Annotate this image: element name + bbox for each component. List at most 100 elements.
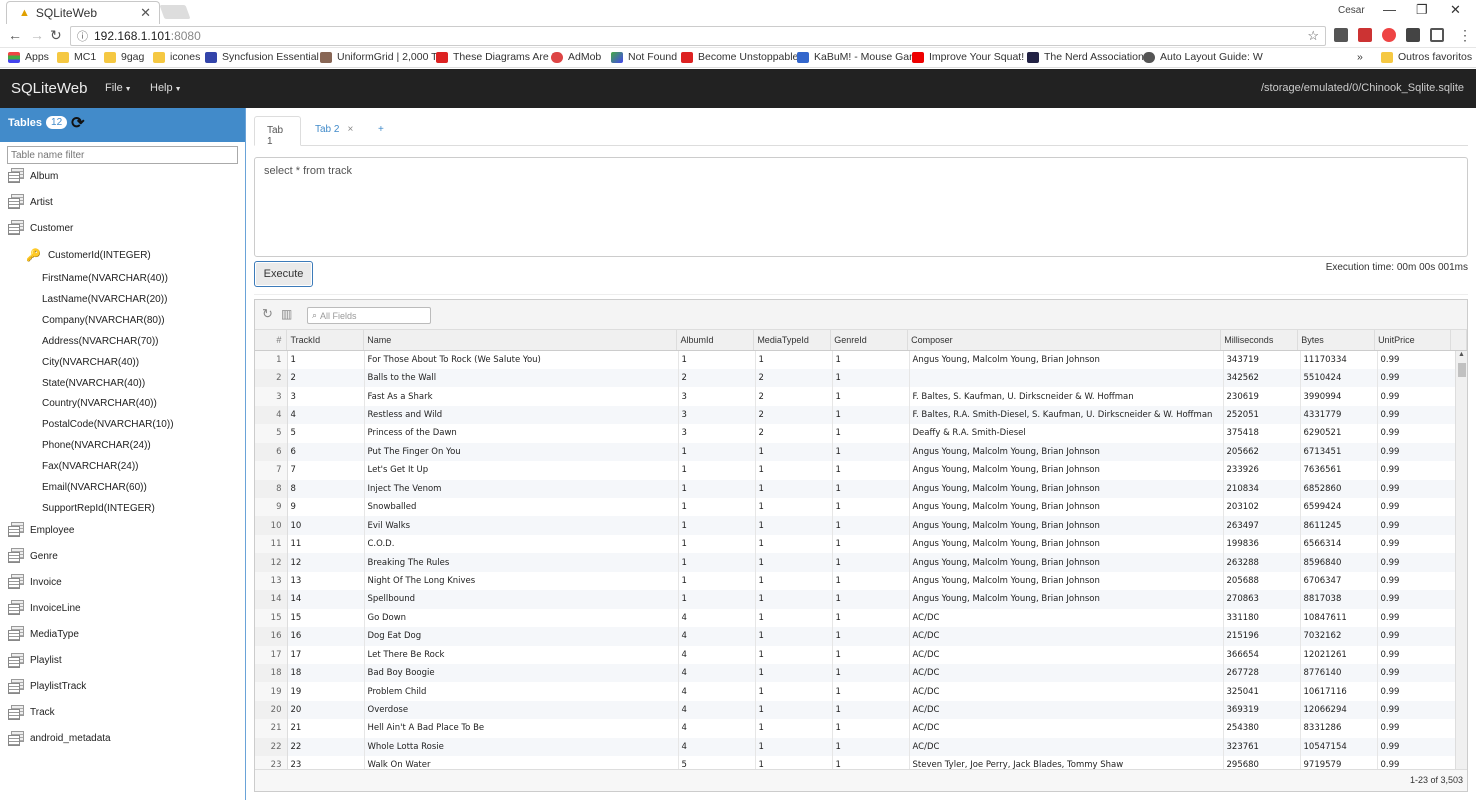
table-row[interactable]: 7 7 Let's Get It Up 1 1 1 Angus Young, Malcolm… xyxy=(255,461,1458,480)
row-number[interactable]: 8 xyxy=(255,479,288,498)
sidebar-table-artist[interactable]: Artist xyxy=(8,194,53,210)
table-row[interactable]: 3 3 Fast As a Shark 3 2 1 F. Baltes, S. Kaufma… xyxy=(255,387,1458,406)
table-row[interactable]: 5 5 Princess of the Dawn 3 2 1 Deaffy & R.A. S… xyxy=(255,424,1458,443)
table-cell[interactable]: 342562 xyxy=(1223,368,1301,388)
table-row[interactable]: 20 20 Overdose 4 1 1 AC/DC 369319 12066294 0.99 xyxy=(255,700,1458,720)
table-cell[interactable]: 1 xyxy=(832,461,910,480)
table-cell[interactable]: AC/DC xyxy=(909,682,1224,701)
table-cell[interactable]: Angus Young, Malcolm Young, Brian Johnso… xyxy=(909,516,1224,535)
table-cell[interactable]: 1 xyxy=(832,498,910,517)
row-number[interactable]: 3 xyxy=(255,387,288,406)
table-cell[interactable]: Inject The Venom xyxy=(364,479,679,498)
table-cell[interactable]: 10 xyxy=(287,516,365,535)
sidebar-table-album[interactable]: Album xyxy=(8,168,58,184)
table-cell[interactable]: 19 xyxy=(287,682,365,701)
table-row[interactable]: 14 14 Spellbound 1 1 1 Angus Young, Malcolm Yo… xyxy=(255,590,1458,609)
window-close-icon[interactable]: ✕ xyxy=(1450,2,1461,18)
sidebar-table-customer[interactable]: Customer xyxy=(8,220,73,236)
row-number[interactable]: 17 xyxy=(255,645,288,664)
bookmark-item[interactable]: Become Unstoppable xyxy=(681,51,798,63)
table-cell[interactable]: 1 xyxy=(832,350,910,369)
sidebar-table-invoice[interactable]: Invoice xyxy=(8,574,62,590)
column-item[interactable]: PostalCode(NVARCHAR(10)) xyxy=(42,419,174,430)
table-row[interactable]: 6 6 Put The Finger On You 1 1 1 Angus Young, M… xyxy=(255,442,1458,462)
bookmark-item[interactable]: Auto Layout Guide: W xyxy=(1143,51,1263,63)
table-cell[interactable]: 1 xyxy=(678,590,756,609)
other-bookmarks-folder[interactable]: Outros favoritos xyxy=(1381,51,1472,63)
table-cell[interactable] xyxy=(909,368,1224,388)
table-cell[interactable]: 1 xyxy=(832,719,910,738)
cast-icon[interactable] xyxy=(1430,28,1444,42)
table-cell[interactable]: 2 xyxy=(755,405,833,425)
row-number[interactable]: 16 xyxy=(255,627,288,646)
table-row[interactable]: 16 16 Dog Eat Dog 4 1 1 AC/DC 215196 7032162 0.99 xyxy=(255,627,1458,646)
table-cell[interactable]: 8817038 xyxy=(1300,590,1378,609)
table-cell[interactable]: 267728 xyxy=(1223,663,1301,683)
table-cell[interactable]: 1 xyxy=(832,442,910,462)
table-cell[interactable]: Angus Young, Malcolm Young, Brian Johnso… xyxy=(909,534,1224,554)
browser-tab[interactable]: ▲ SQLiteWeb ✕ xyxy=(6,1,160,24)
table-row[interactable]: 15 15 Go Down 4 1 1 AC/DC 331180 10847611 0.99 xyxy=(255,608,1458,628)
table-cell[interactable]: 1 xyxy=(832,571,910,591)
table-cell[interactable]: 0.99 xyxy=(1377,534,1458,554)
table-cell[interactable]: 0.99 xyxy=(1377,590,1458,609)
table-cell[interactable]: 4 xyxy=(287,405,365,425)
table-cell[interactable]: 1 xyxy=(832,516,910,535)
table-cell[interactable]: 1 xyxy=(832,663,910,683)
columns-icon[interactable]: ▥ xyxy=(281,307,292,321)
column-item[interactable]: FirstName(NVARCHAR(40)) xyxy=(42,273,168,284)
table-cell[interactable]: 11170334 xyxy=(1300,350,1378,369)
row-number[interactable]: 5 xyxy=(255,424,288,443)
table-filter-input[interactable] xyxy=(7,146,238,164)
table-cell[interactable]: 1 xyxy=(755,461,833,480)
row-number[interactable]: 12 xyxy=(255,553,288,572)
table-cell[interactable]: 1 xyxy=(678,516,756,535)
table-cell[interactable]: 375418 xyxy=(1223,424,1301,443)
table-cell[interactable]: 9 xyxy=(287,498,365,517)
table-cell[interactable]: Hell Ain't A Bad Place To Be xyxy=(364,719,679,738)
row-number[interactable]: 9 xyxy=(255,498,288,517)
app-brand[interactable]: SQLiteWeb xyxy=(11,80,87,97)
table-cell[interactable]: 0.99 xyxy=(1377,719,1458,738)
bookmark-item[interactable]: These Diagrams Are I xyxy=(436,51,555,63)
bookmark-item[interactable]: Syncfusion Essential S xyxy=(205,51,329,63)
table-cell[interactable]: Balls to the Wall xyxy=(364,368,679,388)
column-item[interactable]: Email(NVARCHAR(60)) xyxy=(42,482,147,493)
table-cell[interactable]: 0.99 xyxy=(1377,571,1458,591)
reload-icon[interactable]: ↻ xyxy=(50,27,62,44)
table-cell[interactable]: 1 xyxy=(755,682,833,701)
column-item[interactable]: Fax(NVARCHAR(24)) xyxy=(42,461,139,472)
table-cell[interactable]: 0.99 xyxy=(1377,350,1458,369)
table-cell[interactable]: 252051 xyxy=(1223,405,1301,425)
vertical-scrollbar[interactable]: ▲ xyxy=(1455,350,1467,771)
table-cell[interactable]: 1 xyxy=(755,479,833,498)
table-cell[interactable]: Overdose xyxy=(364,700,679,720)
table-cell[interactable]: 2 xyxy=(287,368,365,388)
table-cell[interactable]: 1 xyxy=(678,534,756,554)
table-cell[interactable]: 1 xyxy=(832,534,910,554)
table-cell[interactable]: 7636561 xyxy=(1300,461,1378,480)
table-cell[interactable]: 1 xyxy=(755,498,833,517)
table-cell[interactable]: C.O.D. xyxy=(364,534,679,554)
column-primary-key[interactable]: 🔑 CustomerId(INTEGER) xyxy=(26,248,151,262)
table-cell[interactable]: 1 xyxy=(755,663,833,683)
table-cell[interactable]: 270863 xyxy=(1223,590,1301,609)
table-cell[interactable]: 0.99 xyxy=(1377,424,1458,443)
table-cell[interactable]: 1 xyxy=(832,737,910,757)
table-cell[interactable]: 2 xyxy=(678,368,756,388)
sidebar-table-mediatype[interactable]: MediaType xyxy=(8,626,79,642)
table-cell[interactable]: 1 xyxy=(678,571,756,591)
table-cell[interactable]: AC/DC xyxy=(909,700,1224,720)
more-bookmarks-button[interactable]: » xyxy=(1357,51,1363,63)
table-cell[interactable]: 6852860 xyxy=(1300,479,1378,498)
table-cell[interactable]: For Those About To Rock (We Salute You) xyxy=(364,350,679,369)
table-cell[interactable]: 1 xyxy=(755,571,833,591)
table-cell[interactable]: 0.99 xyxy=(1377,737,1458,757)
table-cell[interactable]: Snowballed xyxy=(364,498,679,517)
table-cell[interactable]: 230619 xyxy=(1223,387,1301,406)
table-cell[interactable]: Princess of the Dawn xyxy=(364,424,679,443)
scroll-up-icon[interactable]: ▲ xyxy=(1458,351,1465,358)
extension-icon[interactable] xyxy=(1358,28,1372,42)
add-tab-button[interactable]: + xyxy=(366,116,396,146)
table-row[interactable]: 4 4 Restless and Wild 3 2 1 F. Baltes, R.A. Sm… xyxy=(255,405,1458,425)
